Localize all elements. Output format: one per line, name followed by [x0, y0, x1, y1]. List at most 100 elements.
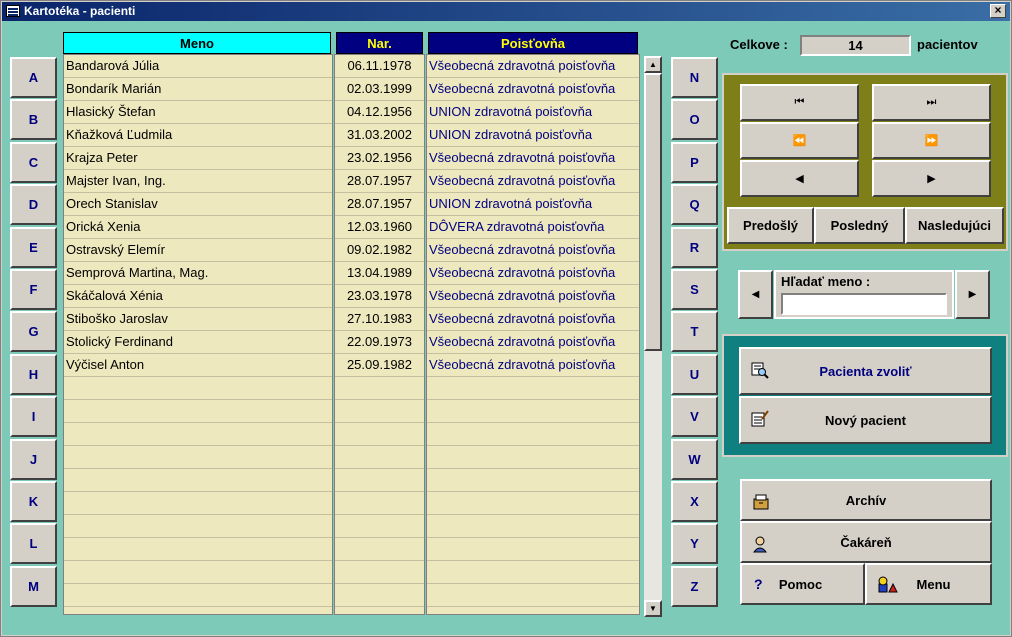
table-cell-empty[interactable] [64, 423, 332, 446]
table-cell-empty[interactable] [335, 561, 424, 584]
letter-button-f[interactable]: F [10, 269, 57, 310]
table-cell-insurer[interactable]: UNION zdravotná poisťovňa [427, 124, 639, 147]
last-button[interactable]: Posledný [814, 207, 905, 244]
help-button[interactable]: ? Pomoc [740, 563, 865, 605]
first-record-button[interactable]: ⏮ [740, 84, 859, 121]
menu-button[interactable]: Menu [865, 563, 992, 605]
select-patient-button[interactable]: Pacienta zvoliť [739, 347, 992, 395]
letter-button-d[interactable]: D [10, 184, 57, 226]
letter-button-w[interactable]: W [671, 438, 718, 480]
table-cell-empty[interactable] [427, 538, 639, 561]
table-cell-empty[interactable] [427, 400, 639, 423]
letter-button-p[interactable]: P [671, 141, 718, 183]
close-button[interactable]: × [990, 4, 1006, 18]
previous-button[interactable]: Predošlý [727, 207, 814, 244]
letter-button-j[interactable]: J [10, 438, 57, 480]
table-cell-empty[interactable] [427, 446, 639, 469]
table-cell-empty[interactable] [335, 492, 424, 515]
table-cell-name[interactable]: Majster Ivan, Ing. [64, 170, 332, 193]
table-cell-date[interactable]: 23.03.1978 [335, 285, 424, 308]
table-cell-date[interactable]: 25.09.1982 [335, 354, 424, 377]
letter-button-a[interactable]: A [10, 57, 57, 98]
table-cell-insurer[interactable]: Všeobecná zdravotná poisťovňa [427, 354, 639, 377]
search-next-button[interactable]: ▶ [955, 270, 990, 319]
previous-page-button[interactable]: ⏪ [740, 122, 859, 159]
table-cell-empty[interactable] [64, 377, 332, 400]
table-cell-empty[interactable] [335, 377, 424, 400]
table-cell-insurer[interactable]: UNION zdravotná poisťovňa [427, 101, 639, 124]
table-cell-empty[interactable] [335, 538, 424, 561]
table-cell-insurer[interactable]: Všeobecná zdravotná poisťovňa [427, 308, 639, 331]
table-cell-name[interactable]: Bandarová Júlia [64, 55, 332, 78]
letter-button-i[interactable]: I [10, 396, 57, 438]
column-header-name[interactable]: Meno [63, 32, 331, 54]
table-cell-name[interactable]: Stolický Ferdinand [64, 331, 332, 354]
table-cell-name[interactable]: Kňažková Ľudmila [64, 124, 332, 147]
letter-button-o[interactable]: O [671, 99, 718, 141]
letter-button-l[interactable]: L [10, 523, 57, 565]
table-cell-insurer[interactable]: Všeobecná zdravotná poisťovňa [427, 147, 639, 170]
letter-button-s[interactable]: S [671, 269, 718, 310]
letter-button-t[interactable]: T [671, 311, 718, 353]
table-cell-empty[interactable] [427, 584, 639, 607]
letter-button-h[interactable]: H [10, 353, 57, 395]
letter-button-x[interactable]: X [671, 481, 718, 522]
next-record-button[interactable]: ▶ [872, 160, 991, 197]
table-cell-empty[interactable] [64, 584, 332, 607]
table-cell-insurer[interactable]: Všeobecná zdravotná poisťovňa [427, 285, 639, 308]
table-cell-empty[interactable] [335, 423, 424, 446]
table-cell-empty[interactable] [64, 400, 332, 423]
table-cell-empty[interactable] [427, 469, 639, 492]
table-cell-empty[interactable] [64, 538, 332, 561]
column-header-insurer[interactable]: Poisťovňa [428, 32, 638, 54]
table-cell-empty[interactable] [427, 377, 639, 400]
search-name-input[interactable] [781, 293, 947, 315]
table-scrollbar[interactable]: ▲ ▼ [644, 56, 662, 617]
letter-button-z[interactable]: Z [671, 565, 718, 607]
next-page-button[interactable]: ⏩ [872, 122, 991, 159]
table-cell-empty[interactable] [64, 492, 332, 515]
letter-button-e[interactable]: E [10, 226, 57, 268]
table-cell-name[interactable]: Krajza Peter [64, 147, 332, 170]
archive-button[interactable]: Archív [740, 479, 992, 521]
column-header-birthdate[interactable]: Nar. [336, 32, 423, 54]
table-cell-empty[interactable] [335, 515, 424, 538]
table-cell-empty[interactable] [427, 515, 639, 538]
table-cell-empty[interactable] [335, 584, 424, 607]
table-cell-name[interactable]: Stiboško Jaroslav [64, 308, 332, 331]
table-cell-date[interactable]: 09.02.1982 [335, 239, 424, 262]
table-cell-insurer[interactable]: Všeobecná zdravotná poisťovňa [427, 170, 639, 193]
letter-button-v[interactable]: V [671, 396, 718, 438]
table-cell-date[interactable]: 28.07.1957 [335, 193, 424, 216]
letter-button-q[interactable]: Q [671, 184, 718, 226]
letter-button-k[interactable]: K [10, 481, 57, 522]
table-cell-empty[interactable] [335, 469, 424, 492]
scroll-thumb[interactable] [644, 73, 662, 351]
table-cell-date[interactable]: 28.07.1957 [335, 170, 424, 193]
table-cell-empty[interactable] [64, 469, 332, 492]
table-cell-insurer[interactable]: Všeobecná zdravotná poisťovňa [427, 239, 639, 262]
scroll-up-button[interactable]: ▲ [644, 56, 662, 73]
table-cell-name[interactable]: Ostravský Elemír [64, 239, 332, 262]
letter-button-u[interactable]: U [671, 353, 718, 395]
search-previous-button[interactable]: ◀ [738, 270, 773, 319]
letter-button-m[interactable]: M [10, 565, 57, 607]
table-cell-insurer[interactable]: DÔVERA zdravotná poisťovňa [427, 216, 639, 239]
previous-record-button[interactable]: ◀ [740, 160, 859, 197]
letter-button-c[interactable]: C [10, 141, 57, 183]
table-cell-insurer[interactable]: UNION zdravotná poisťovňa [427, 193, 639, 216]
table-cell-name[interactable]: Semprová Martina, Mag. [64, 262, 332, 285]
table-cell-name[interactable]: Výčisel Anton [64, 354, 332, 377]
table-cell-empty[interactable] [64, 446, 332, 469]
waiting-room-button[interactable]: Čakáreň [740, 521, 992, 563]
table-cell-date[interactable]: 04.12.1956 [335, 101, 424, 124]
table-cell-insurer[interactable]: Všeobecná zdravotná poisťovňa [427, 262, 639, 285]
letter-button-y[interactable]: Y [671, 523, 718, 565]
table-cell-insurer[interactable]: Všeobecná zdravotná poisťovňa [427, 331, 639, 354]
table-cell-date[interactable]: 23.02.1956 [335, 147, 424, 170]
table-cell-date[interactable]: 31.03.2002 [335, 124, 424, 147]
letter-button-n[interactable]: N [671, 57, 718, 98]
table-cell-empty[interactable] [427, 561, 639, 584]
last-record-button[interactable]: ⏭ [872, 84, 991, 121]
letter-button-b[interactable]: B [10, 99, 57, 141]
